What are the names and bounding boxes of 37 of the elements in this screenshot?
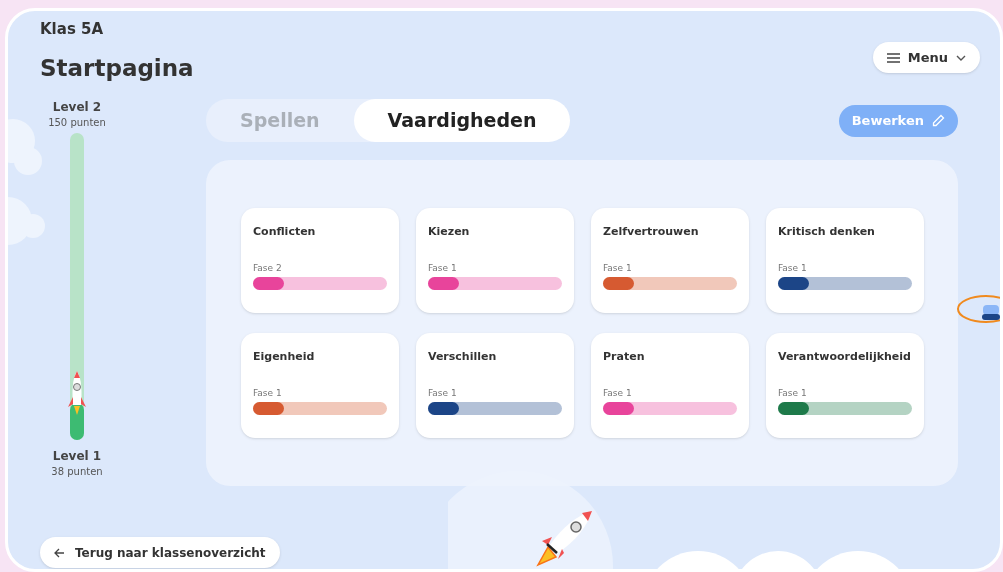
menu-button[interactable]: Menu: [872, 42, 980, 73]
class-name: Klas 5A: [40, 19, 105, 39]
phase-label: Fase 1: [603, 262, 633, 274]
points-label: 150 punten: [48, 116, 106, 130]
skill-name: Eigenheid: [253, 349, 316, 365]
phase-label: Fase 1: [428, 387, 458, 399]
level-label: Level 2: [52, 99, 102, 115]
phase-label: Fase 2: [253, 262, 283, 274]
skill-name: Verschillen: [428, 349, 498, 365]
skill-card[interactable]: Conflicten Fase 2: [241, 208, 399, 313]
phase-label: Fase 1: [778, 262, 808, 274]
level-label: Level 1: [52, 448, 102, 464]
phase-label: Fase 1: [778, 387, 808, 399]
skill-card[interactable]: Verantwoordelijkheid Fase 1: [766, 333, 924, 438]
skill-name: Zelfvertrouwen: [603, 224, 700, 240]
phase-label: Fase 1: [603, 387, 633, 399]
tab[interactable]: Vaardigheden: [353, 99, 571, 142]
skill-card[interactable]: Kritisch denken Fase 1: [766, 208, 924, 313]
skill-name: Kritisch denken: [778, 224, 876, 240]
skill-card[interactable]: Kiezen Fase 1: [416, 208, 574, 313]
skill-name: Praten: [603, 349, 646, 365]
back-button[interactable]: Terug naar klassenoverzicht: [40, 537, 280, 568]
points-label: 38 punten: [51, 465, 103, 479]
pencil-icon: [932, 114, 945, 127]
skill-card[interactable]: Zelfvertrouwen Fase 1: [591, 208, 749, 313]
skill-card[interactable]: Praten Fase 1: [591, 333, 749, 438]
skill-name: Conflicten: [253, 224, 317, 240]
skill-name: Verantwoordelijkheid: [778, 349, 912, 365]
skill-card[interactable]: Verschillen Fase 1: [416, 333, 574, 438]
menu-icon: [886, 52, 900, 63]
skill-card[interactable]: Eigenheid Fase 1: [241, 333, 399, 438]
arrow-left-icon: [54, 547, 65, 558]
phase-label: Fase 1: [253, 387, 283, 399]
chevron-down-icon: [956, 54, 966, 61]
phase-label: Fase 1: [428, 262, 458, 274]
skill-name: Kiezen: [428, 224, 471, 240]
page-title: Startpagina: [40, 54, 194, 83]
